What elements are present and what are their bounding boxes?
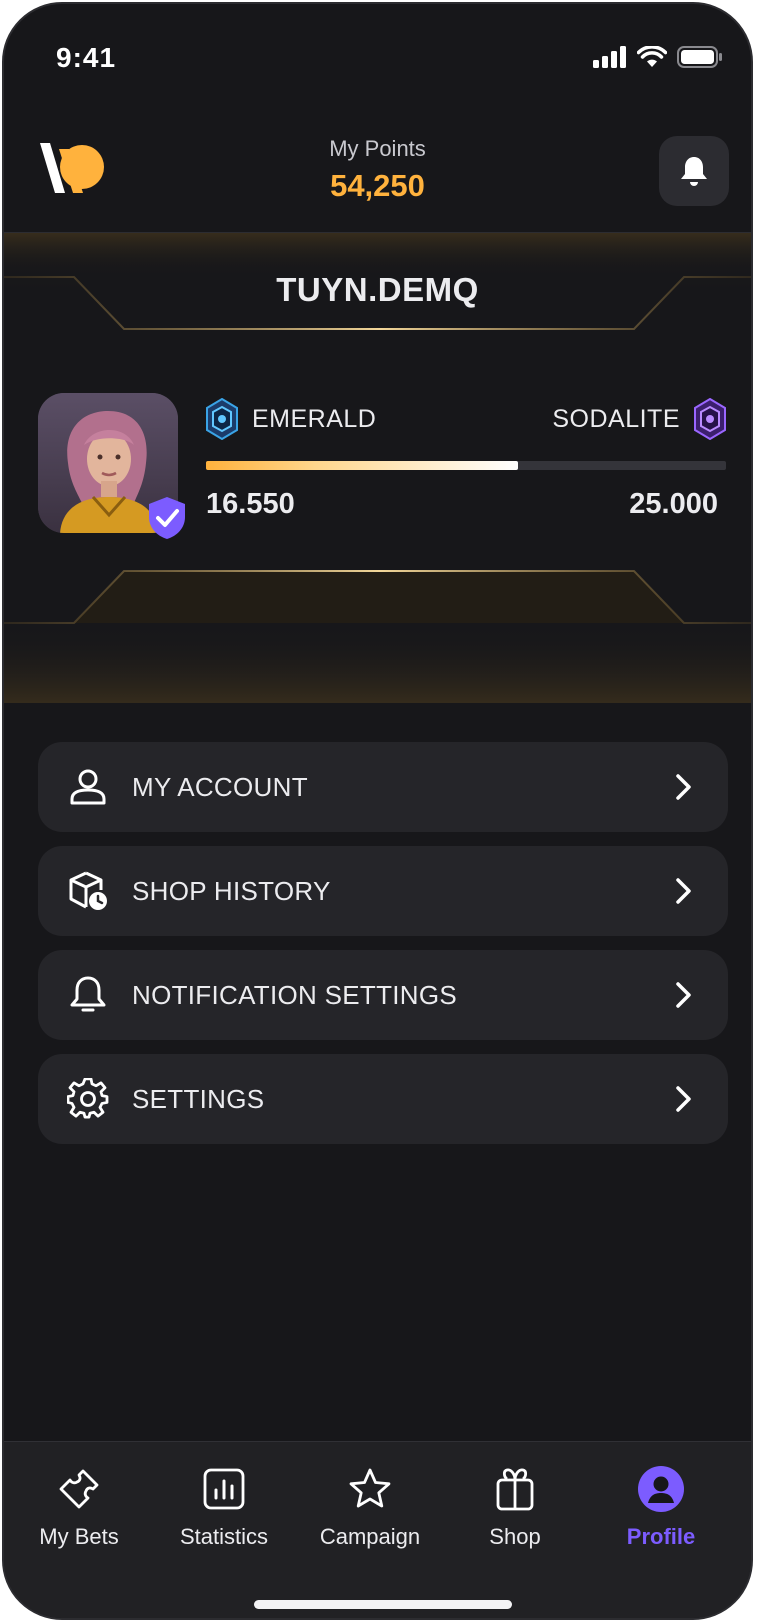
menu-item-my-account[interactable]: MY ACCOUNT: [38, 742, 728, 832]
username: TUYN.DEMQ: [276, 271, 479, 308]
points-value: 54,250: [330, 168, 425, 203]
rank-progress-fill: [206, 461, 518, 470]
tab-statistics[interactable]: Statistics: [149, 1464, 299, 1550]
menu-item-label: SETTINGS: [132, 1083, 265, 1114]
tab-label: My Bets: [39, 1524, 119, 1549]
wifi-icon: [637, 46, 667, 67]
points-summary: My Points 54,250: [4, 136, 751, 204]
target-points: 25.000: [629, 488, 718, 520]
status-icons: [593, 46, 723, 68]
current-rank-name: EMERALD: [252, 404, 377, 433]
ticket-icon: [54, 1464, 104, 1514]
tab-campaign[interactable]: Campaign: [295, 1464, 445, 1550]
chevron-right-icon: [676, 774, 691, 800]
status-time: 9:41: [56, 42, 117, 73]
chart-icon: [199, 1464, 249, 1514]
chevron-right-icon: [676, 878, 691, 904]
sodalite-rank-icon: [694, 398, 726, 440]
bell-icon: [681, 157, 707, 186]
notifications-button[interactable]: [659, 136, 729, 206]
tab-shop[interactable]: Shop: [440, 1464, 590, 1550]
home-indicator[interactable]: [254, 1600, 512, 1609]
rank-progress-bar: [206, 461, 726, 470]
profile-icon: [636, 1464, 686, 1514]
tab-label: Shop: [489, 1524, 541, 1549]
tab-profile[interactable]: Profile: [586, 1464, 736, 1550]
menu-item-settings[interactable]: SETTINGS: [38, 1054, 728, 1144]
gift-icon: [490, 1464, 540, 1514]
emerald-rank-icon: [206, 398, 238, 440]
signal-icon: [593, 46, 626, 68]
status-bar: 9:41: [4, 4, 751, 104]
tab-label: Profile: [626, 1524, 696, 1549]
profile-menu: MY ACCOUNT SHOP HISTORY NOTIFICATION SET…: [38, 742, 728, 1158]
bell-icon: [62, 969, 114, 1021]
points-label: My Points: [329, 136, 426, 161]
menu-item-shop-history[interactable]: SHOP HISTORY: [38, 846, 728, 936]
menu-item-label: NOTIFICATION SETTINGS: [132, 979, 458, 1010]
tab-my-bets[interactable]: My Bets: [4, 1464, 154, 1550]
rank-row: EMERALD SODALITE: [206, 398, 726, 448]
chevron-right-icon: [676, 982, 691, 1008]
gear-icon: [62, 1073, 114, 1125]
profile-card: TUYN.DEMQ EMERALD SODALITE 16.550 25.000: [4, 233, 751, 703]
battery-icon: [677, 46, 722, 68]
phone-screen: 9:41 My Points 54,250 TUYN.DEMQ EMERALD …: [2, 2, 753, 1620]
package-clock-icon: [62, 865, 114, 917]
tab-label: Statistics: [179, 1524, 269, 1549]
user-icon: [62, 761, 114, 813]
app-header: My Points 54,250: [4, 114, 751, 233]
menu-item-label: MY ACCOUNT: [132, 771, 308, 802]
star-icon: [345, 1464, 395, 1514]
verified-badge-icon: [149, 497, 185, 539]
menu-item-notification-settings[interactable]: NOTIFICATION SETTINGS: [38, 950, 728, 1040]
next-rank-name: SODALITE: [552, 404, 680, 433]
bottom-tab-bar: My Bets Statistics Campaign Shop Profile: [4, 1441, 751, 1618]
tab-label: Campaign: [319, 1524, 421, 1549]
chevron-right-icon: [676, 1086, 691, 1112]
current-rank: EMERALD: [206, 398, 376, 440]
current-points: 16.550: [206, 488, 295, 520]
menu-item-label: SHOP HISTORY: [132, 875, 331, 906]
next-rank: SODALITE: [552, 398, 726, 440]
